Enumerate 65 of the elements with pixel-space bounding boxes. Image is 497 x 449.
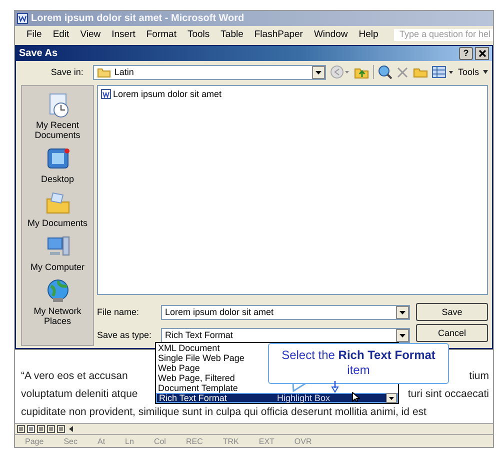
menu-item[interactable]: View xyxy=(74,29,106,40)
menu-item[interactable]: FlashPaper xyxy=(248,29,308,40)
place-label[interactable]: My Network Places xyxy=(22,306,92,326)
save-as-type-dropdown[interactable]: Rich Text Format xyxy=(161,328,410,342)
search-icon[interactable] xyxy=(378,65,392,79)
menu-item[interactable]: Window xyxy=(308,29,354,40)
document-text: cupiditate non provident, similique sunt in culpa qui officia deserunt mollitia animi, id est xyxy=(21,405,426,420)
menu-item[interactable]: Tools xyxy=(182,29,216,40)
scroll-left-icon[interactable] xyxy=(67,425,75,433)
status-item: Sec xyxy=(62,436,78,446)
globe-icon[interactable] xyxy=(44,278,70,304)
file-type-option[interactable]: Rich Text Format Highlight Box xyxy=(156,393,398,403)
status-item: Ln xyxy=(124,436,135,446)
document-text: voluptatum deleniti atque xyxy=(21,387,138,402)
status-item: Col xyxy=(152,436,167,446)
save-button[interactable]: Save xyxy=(416,303,488,321)
print-view-icon[interactable] xyxy=(37,425,45,433)
views-icon[interactable] xyxy=(432,66,454,78)
status-item: TRK xyxy=(222,436,240,446)
menu-item[interactable]: Help xyxy=(353,29,384,40)
callout-text: Select the Rich Text Format item xyxy=(280,348,436,378)
up-folder-icon[interactable] xyxy=(354,66,370,78)
help-button[interactable]: ? xyxy=(459,47,473,60)
file-name-label: File name: xyxy=(97,307,140,317)
window-title: Lorem ipsum dolor sit amet - Microsoft Word xyxy=(31,13,244,24)
status-item: Page xyxy=(24,436,45,446)
place-label[interactable]: My Documents xyxy=(27,218,88,228)
place-label[interactable]: Desktop xyxy=(40,174,74,184)
web-view-icon[interactable] xyxy=(27,425,35,433)
document-icon xyxy=(101,88,111,98)
normal-view-icon[interactable] xyxy=(17,425,25,433)
folder-icon xyxy=(97,66,112,78)
menu-item[interactable]: Table xyxy=(215,29,249,40)
highlight-box-label: Highlight Box xyxy=(277,393,330,403)
cancel-button[interactable]: Cancel xyxy=(416,324,488,342)
menu-item[interactable]: File xyxy=(21,29,48,40)
document-text: “A vero eos et accusan xyxy=(21,369,128,384)
menu-item[interactable]: Format xyxy=(140,29,182,40)
down-arrow-icon xyxy=(330,381,340,393)
close-button[interactable] xyxy=(475,47,489,60)
document-file[interactable]: Lorem ipsum dolor sit amet xyxy=(100,88,485,99)
menu-item[interactable]: Edit xyxy=(47,29,75,40)
save-in-value: Latin xyxy=(114,67,135,77)
reading-view-icon[interactable] xyxy=(57,425,65,433)
place-label[interactable]: My Computer xyxy=(30,262,84,272)
tools-menu[interactable]: Tools xyxy=(458,67,479,77)
document-text: tium xyxy=(469,369,489,384)
document-text: turi sint occaecati xyxy=(408,387,489,402)
status-item: EXT xyxy=(258,436,276,446)
save-in-label: Save in: xyxy=(50,67,84,77)
status-item: At xyxy=(96,436,106,446)
save-in-dropdown[interactable]: Latin xyxy=(93,64,326,80)
menu-item[interactable]: Insert xyxy=(106,29,141,40)
file-type-option[interactable]: Document Template xyxy=(156,383,398,393)
word-document-icon xyxy=(17,13,28,24)
new-folder-icon[interactable] xyxy=(412,66,428,78)
dialog-title: Save As xyxy=(19,48,59,59)
close-icon xyxy=(478,49,486,58)
status-item: OVR xyxy=(293,436,313,446)
status-item: REC xyxy=(184,436,204,446)
file-name-field[interactable]: Lorem ipsum dolor sit amet xyxy=(161,304,410,320)
save-as-type-label: Save as type: xyxy=(97,330,153,340)
caret-icon xyxy=(482,70,488,74)
outline-view-icon[interactable] xyxy=(47,425,55,433)
place-label[interactable]: My Recent Documents xyxy=(22,120,92,140)
